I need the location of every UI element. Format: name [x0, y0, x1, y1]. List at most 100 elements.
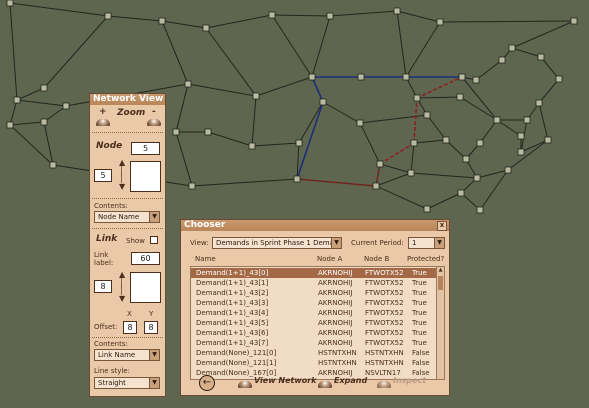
link-contents-select[interactable]: Link Name ▼: [94, 349, 160, 361]
network-node[interactable]: [104, 12, 112, 20]
network-node[interactable]: [498, 56, 506, 64]
zoom-minus-icon[interactable]: -: [152, 107, 156, 117]
zoom-out-button[interactable]: [147, 119, 161, 126]
network-link[interactable]: [9, 121, 45, 126]
network-node[interactable]: [293, 175, 301, 183]
network-node[interactable]: [158, 17, 166, 25]
network-node[interactable]: [188, 182, 196, 190]
network-node[interactable]: [172, 128, 180, 136]
network-node[interactable]: [442, 136, 450, 144]
network-link[interactable]: [375, 172, 412, 187]
back-button[interactable]: ←: [199, 375, 215, 391]
table-row[interactable]: Demand(1+1)_43[5] AKRNOHIJ FTWOTX52 True: [191, 318, 439, 328]
demand-table[interactable]: Demand(1+1)_43[0] AKRNOHIJ FTWOTX52 True Dem…: [190, 266, 445, 380]
network-node[interactable]: [372, 182, 380, 190]
working-path-link[interactable]: [311, 76, 324, 103]
network-node[interactable]: [493, 116, 501, 124]
table-row[interactable]: Demand(1+1)_43[2] AKRNOHIJ FTWOTX52 True: [191, 288, 439, 298]
zoom-plus-icon[interactable]: +: [99, 107, 107, 117]
network-node[interactable]: [523, 116, 531, 124]
network-node[interactable]: [457, 189, 465, 197]
network-link[interactable]: [251, 142, 300, 147]
network-link[interactable]: [396, 10, 407, 78]
network-link[interactable]: [461, 76, 498, 121]
network-link[interactable]: [271, 14, 331, 17]
network-link[interactable]: [187, 83, 257, 97]
network-link[interactable]: [538, 102, 549, 141]
protect-path-link[interactable]: [413, 97, 418, 144]
column-header-node-a[interactable]: Node A: [317, 255, 342, 263]
network-node[interactable]: [570, 17, 578, 25]
protect-path-link[interactable]: [379, 142, 415, 165]
column-header-protected[interactable]: Protected?: [407, 255, 444, 263]
network-node[interactable]: [473, 174, 481, 182]
column-header-node-b[interactable]: Node B: [364, 255, 389, 263]
network-node[interactable]: [517, 132, 525, 140]
network-node[interactable]: [248, 142, 256, 150]
table-row[interactable]: Demand(None)_121[0] HSTNTXHN HSTNTXHN False: [191, 348, 439, 358]
network-node[interactable]: [6, 0, 14, 7]
network-node[interactable]: [326, 12, 334, 20]
network-node[interactable]: [508, 44, 516, 52]
network-link[interactable]: [410, 172, 478, 179]
network-node[interactable]: [504, 166, 512, 174]
network-node[interactable]: [476, 206, 484, 214]
network-link[interactable]: [511, 20, 575, 49]
network-link[interactable]: [16, 87, 45, 101]
scroll-thumb[interactable]: [438, 276, 443, 290]
table-row[interactable]: Demand(1+1)_43[6] AKRNOHIJ FTWOTX52 True: [191, 328, 439, 338]
network-node[interactable]: [537, 53, 545, 61]
table-row[interactable]: Demand(None)_121[1] HSTNTXHN HSTNTXHN False: [191, 358, 439, 368]
network-link[interactable]: [426, 114, 447, 141]
network-link[interactable]: [9, 2, 109, 17]
scrollbar[interactable]: ▲: [436, 267, 444, 379]
network-link[interactable]: [311, 15, 331, 78]
network-node[interactable]: [40, 118, 48, 126]
network-link[interactable]: [9, 99, 18, 126]
node-size-field-2[interactable]: 5: [94, 169, 112, 182]
network-link[interactable]: [359, 122, 381, 165]
network-link[interactable]: [511, 47, 542, 58]
network-node[interactable]: [356, 119, 364, 127]
network-link[interactable]: [379, 163, 412, 174]
network-node[interactable]: [6, 121, 14, 129]
network-node[interactable]: [555, 75, 563, 83]
network-node[interactable]: [407, 169, 415, 177]
network-node[interactable]: [13, 96, 21, 104]
network-node[interactable]: [40, 84, 48, 92]
inspect-button[interactable]: Inspect: [393, 376, 426, 385]
network-link[interactable]: [329, 10, 398, 17]
network-link[interactable]: [251, 95, 257, 147]
network-node[interactable]: [517, 148, 525, 156]
view-select[interactable]: Demands in Sprint Phase 1 Demar ▼: [212, 237, 342, 249]
network-link[interactable]: [205, 14, 273, 29]
network-node[interactable]: [268, 11, 276, 19]
network-link[interactable]: [507, 139, 549, 171]
network-link[interactable]: [479, 119, 498, 144]
network-link[interactable]: [175, 83, 189, 133]
network-node[interactable]: [410, 139, 418, 147]
network-node[interactable]: [202, 24, 210, 32]
network-link[interactable]: [410, 142, 415, 174]
table-row[interactable]: Demand(1+1)_43[1] AKRNOHIJ FTWOTX52 True: [191, 278, 439, 288]
table-row[interactable]: Demand(1+1)_43[3] AKRNOHIJ FTWOTX52 True: [191, 298, 439, 308]
node-contents-select[interactable]: Node Name ▼: [94, 211, 160, 223]
zoom-in-button[interactable]: [96, 119, 110, 126]
offset-y-field[interactable]: 8: [144, 321, 158, 334]
network-link[interactable]: [9, 124, 54, 166]
network-link[interactable]: [475, 59, 503, 81]
network-node[interactable]: [357, 73, 365, 81]
line-style-select[interactable]: Straight ▼: [94, 377, 160, 389]
network-node[interactable]: [535, 99, 543, 107]
network-link[interactable]: [416, 96, 461, 99]
network-node[interactable]: [376, 160, 384, 168]
network-node[interactable]: [49, 161, 57, 169]
period-select[interactable]: 1 ▼: [408, 237, 445, 249]
scroll-up-icon[interactable]: ▲: [437, 267, 444, 274]
network-link[interactable]: [322, 101, 361, 124]
network-link[interactable]: [459, 96, 498, 121]
network-link[interactable]: [43, 15, 109, 89]
link-width-field[interactable]: 8: [94, 280, 112, 293]
network-node[interactable]: [308, 73, 316, 81]
network-link[interactable]: [396, 10, 441, 23]
